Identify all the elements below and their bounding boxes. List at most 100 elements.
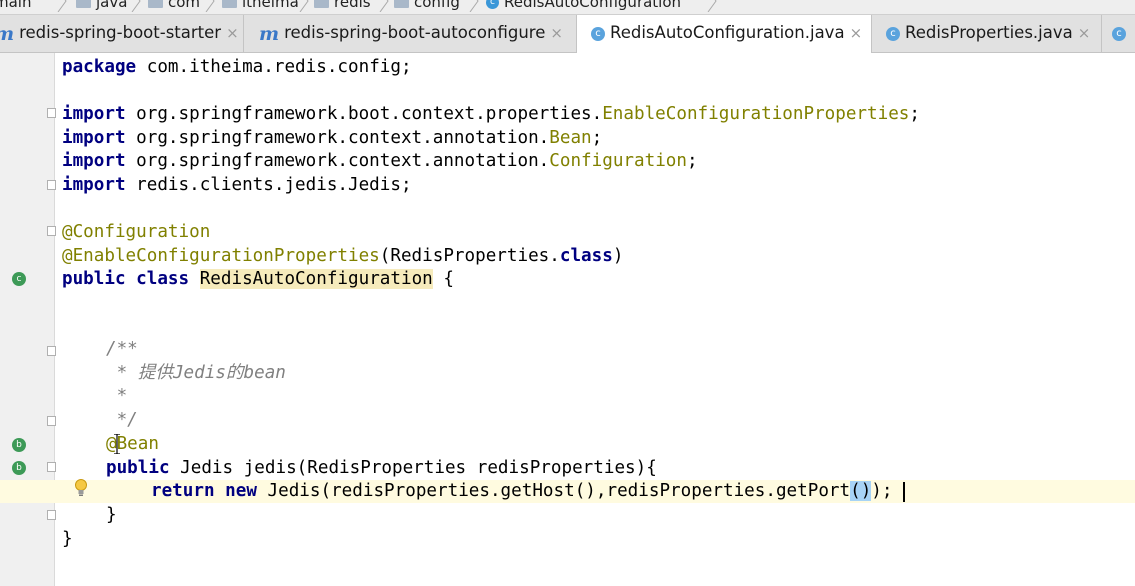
keyword: return [151,481,215,501]
code-line-6: import redis.clients.jedis.Jedis; [62,173,412,197]
breadcrumb-item-redis[interactable]: redis [314,0,371,12]
import-class: EnableConfigurationProperties [602,104,910,124]
breadcrumb-item-main[interactable]: main [0,0,31,12]
class-name: RedisAutoConfiguration [199,269,433,289]
breadcrumb: main java com itheima redis config c Redi… [0,0,1135,15]
class-icon: c [886,26,900,41]
code-line-3: import org.springframework.boot.context.… [62,102,920,126]
breadcrumb-separator-icon [205,0,215,12]
spring-bean-icon[interactable]: b [12,438,26,452]
fold-marker-icon[interactable] [47,462,56,472]
fold-marker-icon[interactable] [47,226,56,236]
code-line-13: /** [106,337,138,361]
fold-marker-icon[interactable] [47,180,56,190]
breadcrumb-item-class[interactable]: c RedisAutoConfiguration [486,0,681,12]
breadcrumb-label: redis [334,0,371,11]
breadcrumb-item-java[interactable]: java [76,0,127,12]
comment: /** [106,339,138,359]
breadcrumb-label: RedisAutoConfiguration [504,0,682,11]
keyword: public [106,458,170,478]
breadcrumb-item-itheima[interactable]: itheima [222,0,299,12]
breadcrumb-label: itheima [242,0,299,11]
close-icon[interactable]: × [850,24,863,42]
code-line-18: public Jedis jedis(RedisProperties redis… [106,456,657,480]
spring-bean-icon[interactable]: b [12,461,26,475]
import-path: redis.clients.jedis.Jedis; [125,175,412,195]
fold-marker-icon[interactable] [47,416,56,426]
code-line-1: package com.itheima.redis.config; [62,55,412,79]
return-expression: Jedis(redisProperties.getHost(),redisPro… [256,481,851,501]
breadcrumb-separator-icon [469,0,479,12]
tab-redis-auto-configuration[interactable]: c RedisAutoConfiguration.java × [577,15,872,53]
tab-label: redis-spring-boot-autoconfigure [284,23,546,42]
tab-redis-spring-boot-autoconfigure[interactable]: m redis-spring-boot-autoconfigure × [249,15,577,52]
text-cursor [903,482,905,502]
brace: } [106,505,117,525]
statement-end: ); [871,481,893,501]
code-line-10: public class RedisAutoConfiguration { [62,267,454,291]
close-icon[interactable]: × [550,24,563,42]
code-line-16: */ [106,408,138,432]
brace: } [62,529,73,549]
breadcrumb-item-com[interactable]: com [148,0,200,12]
semicolon: ; [909,104,920,124]
tab-label: RedisAutoConfiguration.java [610,23,845,42]
comment: * 提供Jedis的bean [106,363,286,383]
keyword: import [62,104,126,124]
mouse-ibeam-icon [114,434,120,454]
package-name: com.itheima.redis.config; [136,57,412,77]
breadcrumb-separator-icon [57,0,67,12]
semicolon: ; [591,128,603,148]
breadcrumb-separator-icon [707,0,717,12]
spring-config-icon[interactable]: c [12,272,26,286]
class-icon: c [1112,26,1126,41]
folder-icon [148,0,163,8]
tab-label: redis-spring-boot-starter [19,23,222,42]
folder-icon [314,0,329,8]
semicolon: ; [686,151,698,171]
annotation: @Configuration [62,222,211,242]
code-line-15: * [106,384,128,408]
folder-icon [394,0,409,8]
import-path: org.springframework.context.annotation. [125,128,550,148]
close-icon[interactable]: × [226,24,239,42]
code-line-14: * 提供Jedis的bean [106,361,286,385]
code-line-4: import org.springframework.context.annot… [62,126,602,150]
breadcrumb-item-config[interactable]: config [394,0,460,12]
keyword: import [62,175,126,195]
breadcrumb-label: java [96,0,128,11]
fold-marker-icon[interactable] [47,108,56,118]
keyword: import [62,128,126,148]
breadcrumb-label: main [0,0,32,11]
keyword: import [62,151,126,171]
breadcrumb-label: com [168,0,201,11]
code-line-9: @EnableConfigurationProperties(RedisProp… [62,244,623,268]
import-class: Configuration [549,151,687,171]
comment: */ [106,410,138,430]
annotation-args: (RedisProperties. [379,246,560,266]
code-line-8: @Configuration [62,220,210,244]
lightbulb-icon[interactable] [74,478,88,498]
fold-marker-icon[interactable] [47,346,56,356]
keyword: class [559,246,613,266]
annotation: @EnableConfigurationProperties [62,246,380,266]
class-icon: c [591,26,605,41]
brace: { [432,269,454,289]
close-icon[interactable]: × [1078,24,1091,42]
keyword: new [225,481,257,501]
fold-marker-icon[interactable] [47,510,56,520]
tab-redis-properties[interactable]: c RedisProperties.java × [872,15,1102,52]
code-line-19: return new Jedis(redisProperties.getHost… [151,479,892,503]
keyword: package [62,57,137,77]
code-line-21: } [62,527,73,551]
editor-gutter[interactable] [0,53,55,586]
import-path: org.springframework.context.annotation. [125,151,550,171]
folder-icon [222,0,237,8]
keyword: class [136,269,190,289]
folder-icon [76,0,91,8]
editor-tab-bar: mredis-spring-boot-starter× mredis-sprin… [0,15,1135,53]
tab-overflow[interactable]: c [1102,15,1135,52]
breadcrumb-separator-icon [299,0,309,12]
class-icon: c [486,0,499,9]
tab-redis-spring-boot-starter[interactable]: m redis-spring-boot-starter× [0,15,244,52]
